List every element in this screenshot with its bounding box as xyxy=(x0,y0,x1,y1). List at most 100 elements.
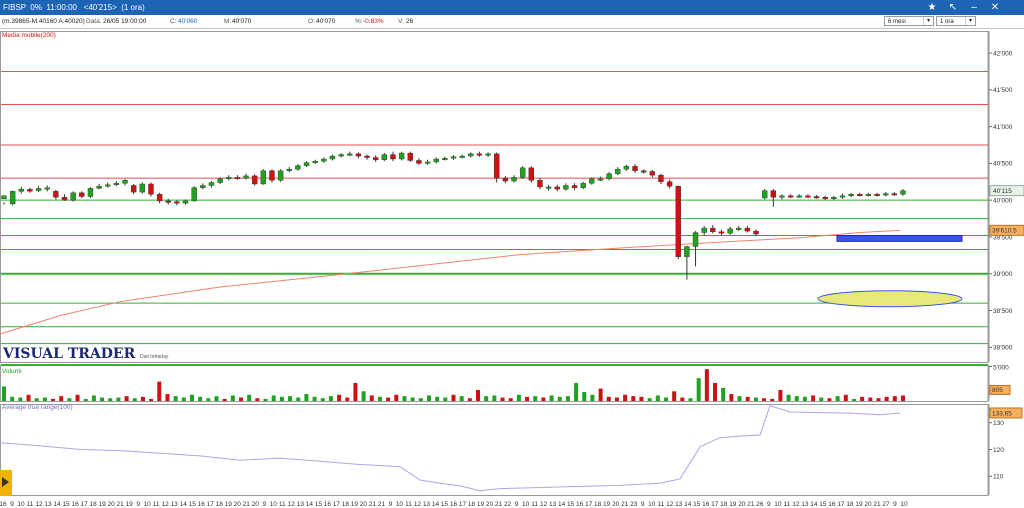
panel-labels: Media mobile(200) Volumi Average true ra… xyxy=(2,32,169,411)
volume-bar xyxy=(484,396,489,401)
volume-bar xyxy=(680,397,685,401)
candle-body xyxy=(744,227,751,232)
volume-bar xyxy=(655,395,660,401)
x-hour-label: 14 xyxy=(306,501,314,508)
atr-tick-label: 130 xyxy=(993,420,1004,427)
blue-box-drawing xyxy=(836,234,963,242)
x-hour-label: 15 xyxy=(441,501,449,508)
x-hour-label: 15 xyxy=(567,501,575,508)
x-date-label: 19 xyxy=(126,501,134,508)
x-hour-label: 19 xyxy=(351,501,359,508)
price-axis: 42'00041'50041'00040'50040'00039'50039'0… xyxy=(989,50,1024,352)
candle-body xyxy=(718,231,725,234)
candle-body xyxy=(554,186,560,190)
volume-bar xyxy=(288,396,293,401)
x-hour-label: 21 xyxy=(495,501,503,508)
volume-bar xyxy=(34,398,39,401)
x-hour-label: 21 xyxy=(243,501,251,508)
x-hour-label: 19 xyxy=(729,501,737,508)
x-hour-label: 13 xyxy=(801,501,809,508)
volume-bar xyxy=(745,396,750,401)
x-hour-label: 18 xyxy=(846,501,854,508)
x-hour-label: 15 xyxy=(189,501,197,508)
x-hour-label: 10 xyxy=(270,501,278,508)
volume-bar xyxy=(549,395,554,401)
candle-body xyxy=(200,185,206,188)
candle-body xyxy=(450,156,457,159)
price-tick-label: 42'000 xyxy=(993,50,1013,57)
volume-bar xyxy=(762,398,767,401)
volume-bar xyxy=(786,394,791,401)
candle-body xyxy=(571,185,578,188)
candle-body xyxy=(727,228,733,234)
candle-body xyxy=(96,186,102,189)
side-handle[interactable] xyxy=(0,470,12,496)
x-date-label: 23 xyxy=(630,501,638,508)
candle-body xyxy=(407,152,413,161)
candle-body xyxy=(105,184,111,187)
candle-body xyxy=(528,167,534,181)
x-hour-label: 21 xyxy=(369,501,377,508)
x-hour-label: 18 xyxy=(720,501,728,508)
volume-bar xyxy=(892,396,897,401)
x-hour-label: 13 xyxy=(171,501,179,508)
last-price-label: 40'115 xyxy=(993,188,1012,195)
candle-body xyxy=(632,166,638,171)
candle-body xyxy=(900,190,906,195)
candle-body xyxy=(857,194,863,196)
volume-bar xyxy=(533,396,538,401)
candle-body xyxy=(891,193,898,196)
x-axis: 16 9 10 11 12 13 14 15 16 17 18 19 20 21 19 9 10 11 12 13 14… xyxy=(0,501,908,508)
volume-bar xyxy=(149,398,154,401)
x-hour-label: 10 xyxy=(396,501,404,508)
candle-body xyxy=(329,155,336,160)
volume-bar xyxy=(116,397,121,401)
x-hour-label: 20 xyxy=(612,501,620,508)
play-icon xyxy=(2,477,9,487)
candle-body xyxy=(234,177,241,180)
x-hour-label: 16 xyxy=(576,501,584,508)
volume-bar xyxy=(91,395,96,401)
candle-body xyxy=(355,153,362,157)
candle-body xyxy=(295,165,301,170)
panel-frames xyxy=(0,31,990,496)
candle-body xyxy=(649,171,656,176)
x-hour-label: 9 xyxy=(389,501,393,508)
candle-body xyxy=(692,232,699,247)
volume-bar xyxy=(312,396,317,401)
x-hour-label: 20 xyxy=(234,501,242,508)
x-hour-label: 9 xyxy=(262,501,266,508)
candle-body xyxy=(148,183,154,195)
x-hour-label: 12 xyxy=(288,501,296,508)
chart-area[interactable]: 42'00041'50041'00040'50040'00039'50039'0… xyxy=(0,0,1024,508)
x-hour-label: 14 xyxy=(432,501,440,508)
atr-indicator-label: Average true range(100) xyxy=(2,404,73,411)
x-hour-label: 14 xyxy=(684,501,692,508)
x-hour-label: 15 xyxy=(62,501,70,508)
volume-bar xyxy=(565,396,570,401)
candle-body xyxy=(243,175,249,179)
x-hour-label: 15 xyxy=(315,501,323,508)
x-hour-label: 10 xyxy=(144,501,152,508)
volume-bar xyxy=(100,397,105,401)
volume-bar xyxy=(639,396,644,401)
candle-body xyxy=(606,173,612,180)
volume-bar xyxy=(557,396,562,401)
volume-bar xyxy=(214,396,219,401)
volume-bar xyxy=(418,398,423,401)
atr-tick-label: 110 xyxy=(993,474,1004,481)
moving-average-line xyxy=(0,229,901,335)
volume-bar xyxy=(132,398,137,401)
volume-bar xyxy=(819,397,824,401)
x-hour-label: 14 xyxy=(558,501,566,508)
x-hour-label: 17 xyxy=(711,501,719,508)
volume-bar xyxy=(492,395,497,401)
moving-average xyxy=(0,229,901,335)
x-hour-label: 15 xyxy=(693,501,701,508)
candle-body xyxy=(122,180,128,184)
candle-body xyxy=(796,195,802,198)
candles xyxy=(1,151,906,280)
volume-bar xyxy=(860,396,865,401)
x-hour-label: 17 xyxy=(459,501,467,508)
volume-bar xyxy=(672,391,677,401)
